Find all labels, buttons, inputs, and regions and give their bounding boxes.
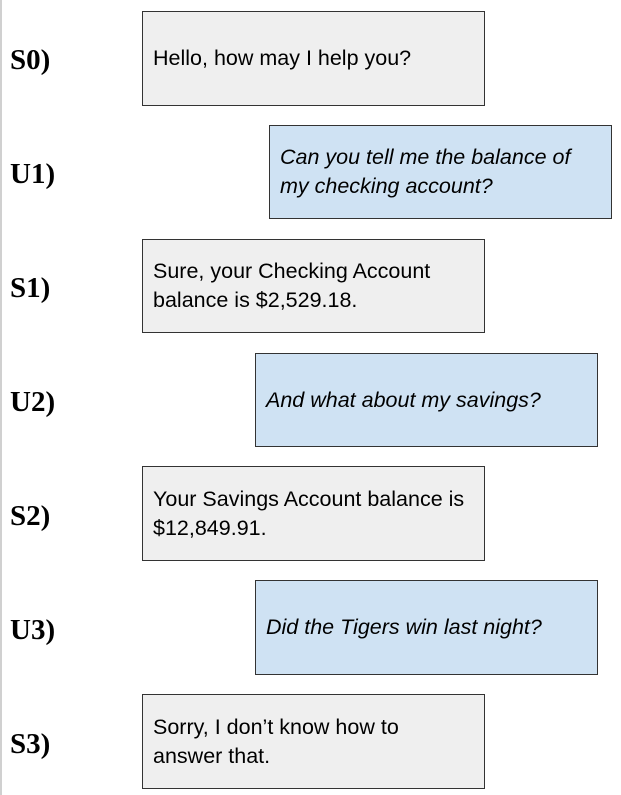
message-text: Did the Tigers win last night? — [266, 615, 542, 639]
turn-label-s3: S3) — [10, 728, 51, 760]
system-message-s2: Your Savings Account balance is $12,849.… — [142, 466, 485, 561]
message-text: Sorry, I don’t know how to answer that. — [153, 714, 399, 768]
user-message-u2: And what about my savings? — [255, 353, 598, 447]
turn-label-s0: S0) — [10, 44, 51, 76]
message-text: Hello, how may I help you? — [153, 46, 412, 70]
turn-label-s1: S1) — [10, 272, 51, 304]
system-message-s1: Sure, your Checking Account balance is $… — [142, 239, 485, 333]
user-message-u1: Can you tell me the balance of my checki… — [269, 125, 612, 219]
system-message-s0: Hello, how may I help you? — [142, 11, 485, 106]
message-text: Your Savings Account balance is $12,849.… — [153, 486, 465, 540]
turn-label-u3: U3) — [10, 614, 56, 646]
system-message-s3: Sorry, I don’t know how to answer that. — [142, 694, 485, 789]
turn-label-u1: U1) — [10, 158, 56, 190]
turn-label-s2: S2) — [10, 500, 51, 532]
message-text: Can you tell me the balance of my checki… — [280, 145, 571, 198]
message-text: And what about my savings? — [266, 387, 541, 412]
user-message-u3: Did the Tigers win last night? — [255, 580, 598, 675]
turn-label-u2: U2) — [10, 386, 56, 418]
left-border-line — [0, 0, 2, 795]
message-text: Sure, your Checking Account balance is $… — [153, 259, 431, 312]
